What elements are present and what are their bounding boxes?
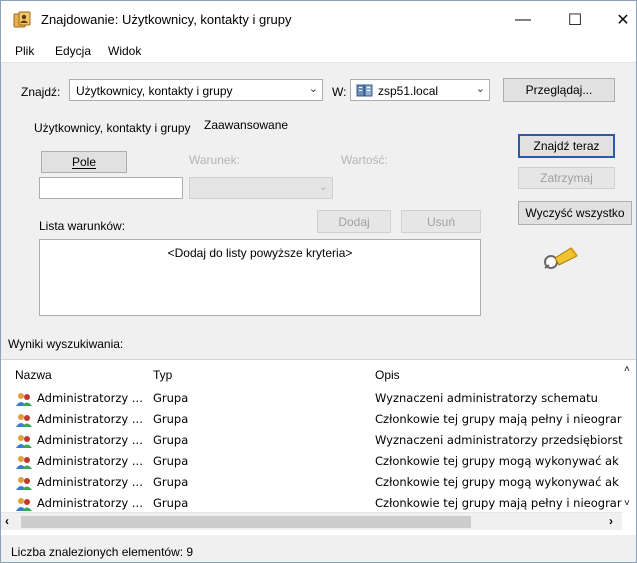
scroll-right-icon[interactable]: › bbox=[609, 514, 613, 528]
location-value: zsp51.local bbox=[378, 84, 439, 98]
horizontal-scroll-thumb[interactable] bbox=[21, 516, 471, 528]
group-icon bbox=[16, 456, 32, 469]
row-description: Wyznaczeni administratorzy schematu bbox=[375, 391, 598, 405]
group-icon bbox=[16, 498, 32, 511]
table-row[interactable]: Administratorzy ... Grupa Członkowie tej… bbox=[1, 451, 621, 472]
column-header-type[interactable]: Typ bbox=[153, 368, 172, 382]
condition-list-label: Lista warunków: bbox=[39, 219, 126, 233]
row-name: Administratorzy ... bbox=[37, 475, 143, 489]
row-type: Grupa bbox=[153, 391, 189, 405]
value-label: Wartość: bbox=[341, 153, 388, 167]
menu-edit[interactable]: Edycja bbox=[55, 44, 91, 58]
chevron-down-icon: ⌄ bbox=[308, 83, 318, 95]
find-type-value: Użytkownicy, kontakty i grupy bbox=[76, 84, 233, 98]
tab-users-contacts-groups[interactable]: Użytkownicy, kontakty i grupy bbox=[34, 121, 191, 135]
status-text: Liczba znalezionych elementów: 9 bbox=[11, 545, 194, 559]
field-button-label: Pole bbox=[71, 155, 97, 169]
close-button[interactable]: ✕ bbox=[601, 5, 637, 35]
row-description: Członkowie tej grupy mają pełny i nieogr… bbox=[375, 412, 622, 426]
menu-view[interactable]: Widok bbox=[108, 44, 141, 58]
table-row[interactable]: Administratorzy ... Grupa Członkowie tej… bbox=[1, 493, 622, 514]
table-row[interactable]: Administratorzy ... Grupa Wyznaczeni adm… bbox=[1, 430, 623, 451]
maximize-button[interactable]: ☐ bbox=[553, 5, 597, 35]
tab-advanced[interactable]: Zaawansowane bbox=[204, 118, 288, 132]
location-select[interactable]: zsp51.local ⌄ bbox=[350, 79, 490, 101]
group-icon bbox=[16, 414, 32, 427]
find-now-button[interactable]: Znajdź teraz bbox=[518, 134, 615, 158]
condition-list[interactable]: <Dodaj do listy powyższe kryteria> bbox=[39, 239, 481, 316]
scroll-left-icon[interactable]: ‹ bbox=[5, 514, 9, 528]
row-type: Grupa bbox=[153, 433, 189, 447]
remove-button[interactable]: Usuń bbox=[401, 210, 481, 233]
row-name: Administratorzy ... bbox=[37, 454, 143, 468]
browse-button[interactable]: Przeglądaj... bbox=[503, 78, 615, 102]
minimize-button[interactable]: — bbox=[501, 5, 545, 35]
results-list[interactable]: Nazwa Typ Opis Administratorzy ... Grupa… bbox=[1, 359, 636, 535]
find-dialog-window: Znajdowanie: Użytkownicy, kontakty i gru… bbox=[0, 0, 637, 563]
find-type-select[interactable]: Użytkownicy, kontakty i grupy ⌄ bbox=[69, 79, 323, 101]
row-name: Administratorzy ... bbox=[37, 412, 143, 426]
condition-select[interactable]: ⌄ bbox=[189, 177, 333, 199]
row-name: Administratorzy ... bbox=[37, 496, 143, 510]
chevron-down-icon: ⌄ bbox=[475, 83, 485, 95]
horizontal-scrollbar[interactable]: ‹ › bbox=[1, 512, 622, 530]
flashlight-icon bbox=[544, 247, 578, 269]
scroll-up-icon[interactable]: ˄ bbox=[624, 364, 630, 375]
menu-file[interactable]: Plik bbox=[15, 44, 34, 58]
row-type: Grupa bbox=[153, 475, 189, 489]
menu-bar: Plik Edycja Widok bbox=[1, 39, 636, 63]
field-button[interactable]: Pole bbox=[41, 151, 127, 173]
domain-icon bbox=[356, 84, 373, 97]
find-users-icon bbox=[13, 11, 31, 28]
row-description: Wyznaczeni administratorzy przedsiębiors… bbox=[375, 433, 623, 447]
title-bar[interactable]: Znajdowanie: Użytkownicy, kontakty i gru… bbox=[1, 1, 636, 39]
row-description: Członkowie tej grupy mają pełny i nieogr… bbox=[375, 496, 622, 510]
clear-all-button[interactable]: Wyczyść wszystko bbox=[518, 201, 632, 225]
chevron-down-icon: ⌄ bbox=[318, 181, 328, 193]
table-row[interactable]: Administratorzy ... Grupa Wyznaczeni adm… bbox=[1, 388, 621, 409]
vertical-scrollbar[interactable]: ˄ ˅ bbox=[622, 362, 636, 512]
group-icon bbox=[16, 477, 32, 490]
row-description: Członkowie tej grupy mogą wykonywać ak bbox=[375, 475, 619, 489]
condition-label: Warunek: bbox=[189, 153, 240, 167]
column-header-description[interactable]: Opis bbox=[375, 368, 400, 382]
group-icon bbox=[16, 435, 32, 448]
scroll-down-icon[interactable]: ˅ bbox=[624, 498, 630, 509]
results-label: Wyniki wyszukiwania: bbox=[8, 337, 124, 351]
add-button[interactable]: Dodaj bbox=[317, 210, 391, 233]
column-header-name[interactable]: Nazwa bbox=[15, 368, 52, 382]
row-type: Grupa bbox=[153, 496, 189, 510]
stop-button[interactable]: Zatrzymaj bbox=[518, 167, 615, 189]
row-name: Administratorzy ... bbox=[37, 391, 143, 405]
field-display bbox=[39, 177, 183, 199]
row-type: Grupa bbox=[153, 412, 189, 426]
condition-list-empty-text: <Dodaj do listy powyższe kryteria> bbox=[167, 246, 353, 260]
row-description: Członkowie tej grupy mogą wykonywać ak bbox=[375, 454, 619, 468]
in-label: W: bbox=[332, 85, 347, 99]
window-title: Znajdowanie: Użytkownicy, kontakty i gru… bbox=[41, 12, 292, 27]
find-label: Znajdź: bbox=[21, 85, 61, 99]
row-name: Administratorzy ... bbox=[37, 433, 143, 447]
table-row[interactable]: Administratorzy ... Grupa Członkowie tej… bbox=[1, 472, 621, 493]
group-icon bbox=[16, 393, 32, 406]
row-type: Grupa bbox=[153, 454, 189, 468]
table-row[interactable]: Administratorzy ... Grupa Członkowie tej… bbox=[1, 409, 622, 430]
